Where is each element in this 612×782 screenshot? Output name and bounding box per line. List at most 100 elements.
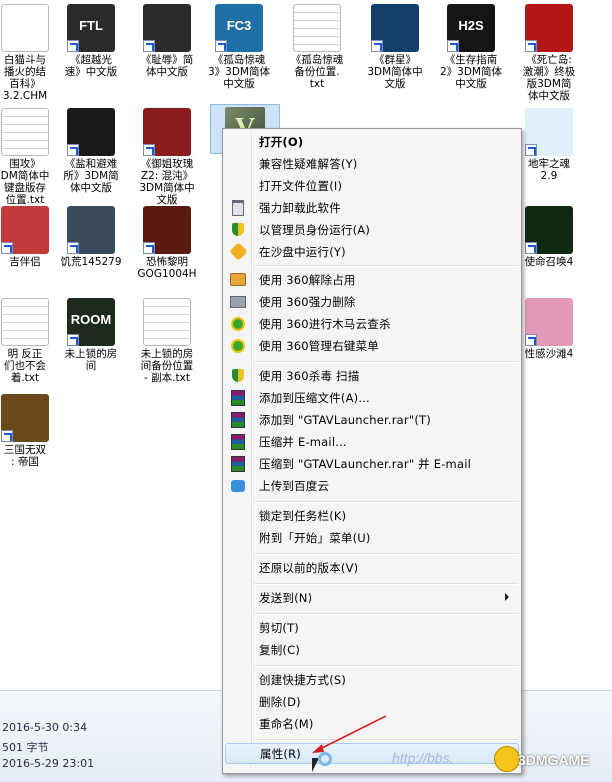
menu-item-label: 在沙盘中运行(Y): [259, 244, 346, 259]
details-modified: 2016-5-30 0:34: [2, 721, 88, 734]
menu-item-label: 打开(O): [259, 134, 304, 149]
desktop-icon-label: 《孤岛惊魂 3》3DM简体 中文版: [207, 54, 270, 90]
menu-item[interactable]: 发送到(N): [225, 587, 519, 608]
desktop-icon[interactable]: 未上锁的房 间备份位置 - 副本.txt: [128, 298, 206, 384]
menu-item[interactable]: 使用 360解除占用: [225, 269, 519, 290]
shortcut-arrow-icon: [215, 40, 227, 52]
menu-item-label: 删除(D): [259, 694, 301, 709]
blank-icon: [230, 178, 246, 194]
blank-icon: [230, 590, 246, 606]
menu-item[interactable]: 附到「开始」菜单(U): [225, 527, 519, 548]
brand-logo: 3DMGAME: [518, 752, 590, 768]
menu-item-label: 使用 360进行木马云查杀: [259, 316, 391, 331]
menu-item[interactable]: 以管理员身份运行(A): [225, 219, 519, 240]
menu-item[interactable]: 上传到百度云: [225, 475, 519, 496]
desktop-icon[interactable]: 《群星》 3DM简体中 文版: [356, 4, 434, 90]
shortcut-arrow-icon: [525, 242, 537, 254]
desktop-icon[interactable]: 《耻辱》简 体中文版: [128, 4, 206, 78]
menu-item[interactable]: 在沙盘中运行(Y): [225, 241, 519, 262]
desktop-icon-label: 《死亡岛: 激潮》终极 版3DM简 体中文版: [522, 54, 576, 102]
app-icon: [143, 4, 191, 52]
menu-item[interactable]: 属性(R): [225, 743, 519, 764]
desktop-icon[interactable]: FC3 《孤岛惊魂 3》3DM简体 中文版: [200, 4, 278, 90]
shortcut-arrow-icon: [67, 334, 79, 346]
menu-item[interactable]: 使用 360管理右键菜单: [225, 335, 519, 356]
shortcut-arrow-icon: [447, 40, 459, 52]
shortcut-arrow-icon: [67, 40, 79, 52]
blank-icon: [230, 716, 246, 732]
app-icon: [143, 108, 191, 156]
menu-item-label: 使用 360杀毒 扫描: [259, 368, 360, 383]
unlock-icon: [230, 272, 246, 288]
shortcut-arrow-icon: [143, 40, 155, 52]
menu-item[interactable]: 使用 360杀毒 扫描: [225, 365, 519, 386]
menu-item[interactable]: 使用 360进行木马云查杀: [225, 313, 519, 334]
shortcut-arrow-icon: [143, 144, 155, 156]
menu-item[interactable]: 打开(O): [225, 131, 519, 152]
menu-item[interactable]: 剪切(T): [225, 617, 519, 638]
blank-icon: [230, 642, 246, 658]
menu-item-label: 添加到压缩文件(A)...: [259, 390, 370, 405]
submenu-arrow-icon: [505, 593, 509, 601]
menu-item[interactable]: 创建快捷方式(S): [225, 669, 519, 690]
menu-item-label: 创建快捷方式(S): [259, 672, 347, 687]
app-icon: [67, 206, 115, 254]
desktop-icon-label: 未上锁的房 间备份位置 - 副本.txt: [140, 348, 194, 384]
menu-item[interactable]: 兼容性疑难解答(Y): [225, 153, 519, 174]
shredder-icon: [230, 294, 246, 310]
menu-item[interactable]: 压缩到 "GTAVLauncher.rar" 并 E-mail: [225, 453, 519, 474]
shortcut-arrow-icon: [525, 334, 537, 346]
menu-item-label: 复制(C): [259, 642, 301, 657]
menu-item[interactable]: 复制(C): [225, 639, 519, 660]
desktop-icon[interactable]: 《御姐玫瑰 Z2: 混沌》 3DM简体中 文版: [128, 108, 206, 206]
desktop-icon[interactable]: FTL 《超越光 速》中文版: [52, 4, 130, 78]
watermark-text: http://bbs.: [392, 750, 454, 766]
desktop-icon-label: 《生存指南 2》3DM简体 中文版: [439, 54, 502, 90]
menu-item-label: 使用 360强力删除: [259, 294, 356, 309]
menu-item[interactable]: 添加到压缩文件(A)...: [225, 387, 519, 408]
menu-item[interactable]: 使用 360强力删除: [225, 291, 519, 312]
context-menu: 打开(O) 兼容性疑难解答(Y) 打开文件位置(I) 强力卸载此软件 以管理员身份运行(…: [222, 128, 522, 774]
menu-item[interactable]: 删除(D): [225, 691, 519, 712]
rar-icon: [230, 389, 246, 406]
desktop-icon[interactable]: 恐怖黎明 GOG1004H: [128, 206, 206, 280]
desktop-icon-label: 《耻辱》简 体中文版: [140, 54, 194, 78]
menu-item-label: 上传到百度云: [259, 478, 330, 493]
desktop-icon[interactable]: 《孤岛惊魂 备份位置. txt: [278, 4, 356, 90]
menu-item-label: 附到「开始」菜单(U): [259, 530, 371, 545]
menu-item-label: 压缩并 E-mail...: [259, 434, 347, 449]
menu-item[interactable]: 添加到 "GTAVLauncher.rar"(T): [225, 409, 519, 430]
shortcut-arrow-icon: [67, 242, 79, 254]
desktop-icon[interactable]: 《盐和避难 所》3DM简 体中文版: [52, 108, 130, 194]
menu-separator: [254, 265, 518, 267]
icon-logo: FTL: [79, 18, 103, 33]
menu-item[interactable]: 重命名(M): [225, 713, 519, 734]
menu-item[interactable]: 锁定到任务栏(K): [225, 505, 519, 526]
blank-icon: [230, 134, 246, 150]
menu-item-label: 压缩到 "GTAVLauncher.rar" 并 E-mail: [259, 456, 471, 471]
app-icon: FTL: [67, 4, 115, 52]
menu-item[interactable]: 压缩并 E-mail...: [225, 431, 519, 452]
app-icon: ROOM: [67, 298, 115, 346]
menu-item[interactable]: 还原以前的版本(V): [225, 557, 519, 578]
desktop-icon[interactable]: H2S 《生存指南 2》3DM简体 中文版: [432, 4, 510, 90]
app-icon: [525, 298, 573, 346]
menu-separator: [254, 583, 518, 585]
desktop-icon[interactable]: 三国无双 : 帝国: [0, 394, 64, 468]
menu-item[interactable]: 强力卸载此软件: [225, 197, 519, 218]
shortcut-arrow-icon: [525, 40, 537, 52]
menu-item-label: 兼容性疑难解答(Y): [259, 156, 358, 171]
desktop-icon[interactable]: 《死亡岛: 激潮》终极 版3DM简 体中文版: [510, 4, 588, 102]
desktop-icon[interactable]: ROOM 未上锁的房 间: [52, 298, 130, 372]
trash-icon: [230, 199, 246, 216]
360-icon: [230, 316, 246, 332]
menu-item-label: 发送到(N): [259, 590, 313, 605]
desktop-icon[interactable]: 饥荒145279: [52, 206, 130, 268]
desktop-icon-label: 《御姐玫瑰 Z2: 混沌》 3DM简体中 文版: [139, 158, 195, 206]
app-icon: [371, 4, 419, 52]
menu-item-label: 添加到 "GTAVLauncher.rar"(T): [259, 412, 431, 427]
shortcut-arrow-icon: [525, 144, 537, 156]
details-created: 2016-5-29 23:01: [2, 757, 95, 770]
blank-icon: [230, 672, 246, 688]
menu-item[interactable]: 打开文件位置(I): [225, 175, 519, 196]
